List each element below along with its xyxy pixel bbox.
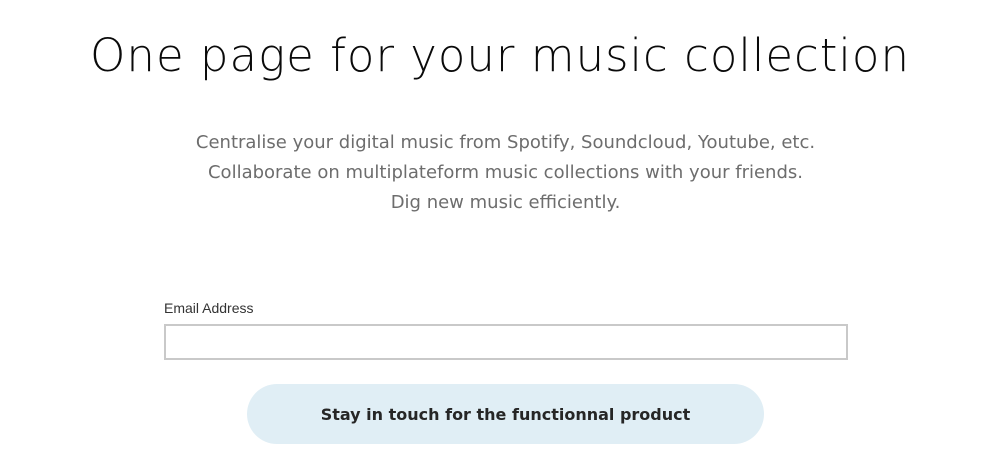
tagline-line: Dig new music efficiently. (390, 192, 621, 213)
page-title: One page for your music collection (90, 29, 910, 82)
stay-in-touch-button[interactable]: Stay in touch for the functionnal produc… (247, 384, 764, 444)
email-label: Email Address (164, 300, 254, 316)
tagline: Centralise your digital music from Spoti… (0, 128, 1008, 218)
email-field[interactable] (164, 324, 848, 360)
tagline-line: Centralise your digital music from Spoti… (195, 132, 816, 153)
tagline-line: Collaborate on multiplateform music coll… (207, 162, 803, 183)
signup-form: Email Address (164, 298, 848, 360)
